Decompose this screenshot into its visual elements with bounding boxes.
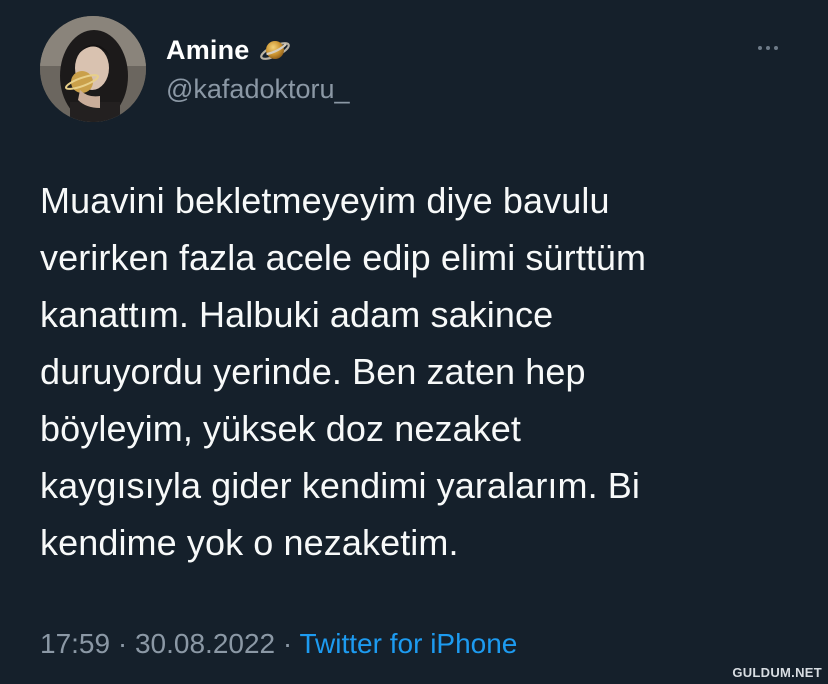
tweet-text: Muavini bekletmeyeyim diye bavulu verirk…	[40, 180, 647, 563]
user-handle[interactable]: @kafadoktoru_	[166, 74, 350, 105]
planet-icon	[258, 35, 292, 65]
more-options-button[interactable]	[744, 28, 792, 68]
meta-separator: ·	[275, 628, 300, 659]
more-horizontal-icon	[774, 46, 778, 50]
watermark: GULDUM.NET	[732, 665, 822, 680]
tweet-meta: 17:59 · 30.08.2022 · Twitter for iPhone	[40, 628, 517, 660]
author-name-row: Amine	[166, 30, 292, 70]
avatar[interactable]	[40, 16, 146, 122]
avatar-image	[40, 16, 146, 122]
more-horizontal-icon	[758, 46, 762, 50]
tweet-source-link[interactable]: Twitter for iPhone	[300, 628, 518, 659]
tweet-date[interactable]: 30.08.2022	[135, 628, 275, 659]
tweet-card: Amine @kafadoktoru_ Muavini bekletmeyeyi…	[0, 0, 828, 684]
tweet-time[interactable]: 17:59	[40, 628, 110, 659]
display-name[interactable]: Amine	[166, 35, 250, 66]
meta-separator: ·	[110, 628, 135, 659]
more-horizontal-icon	[766, 46, 770, 50]
